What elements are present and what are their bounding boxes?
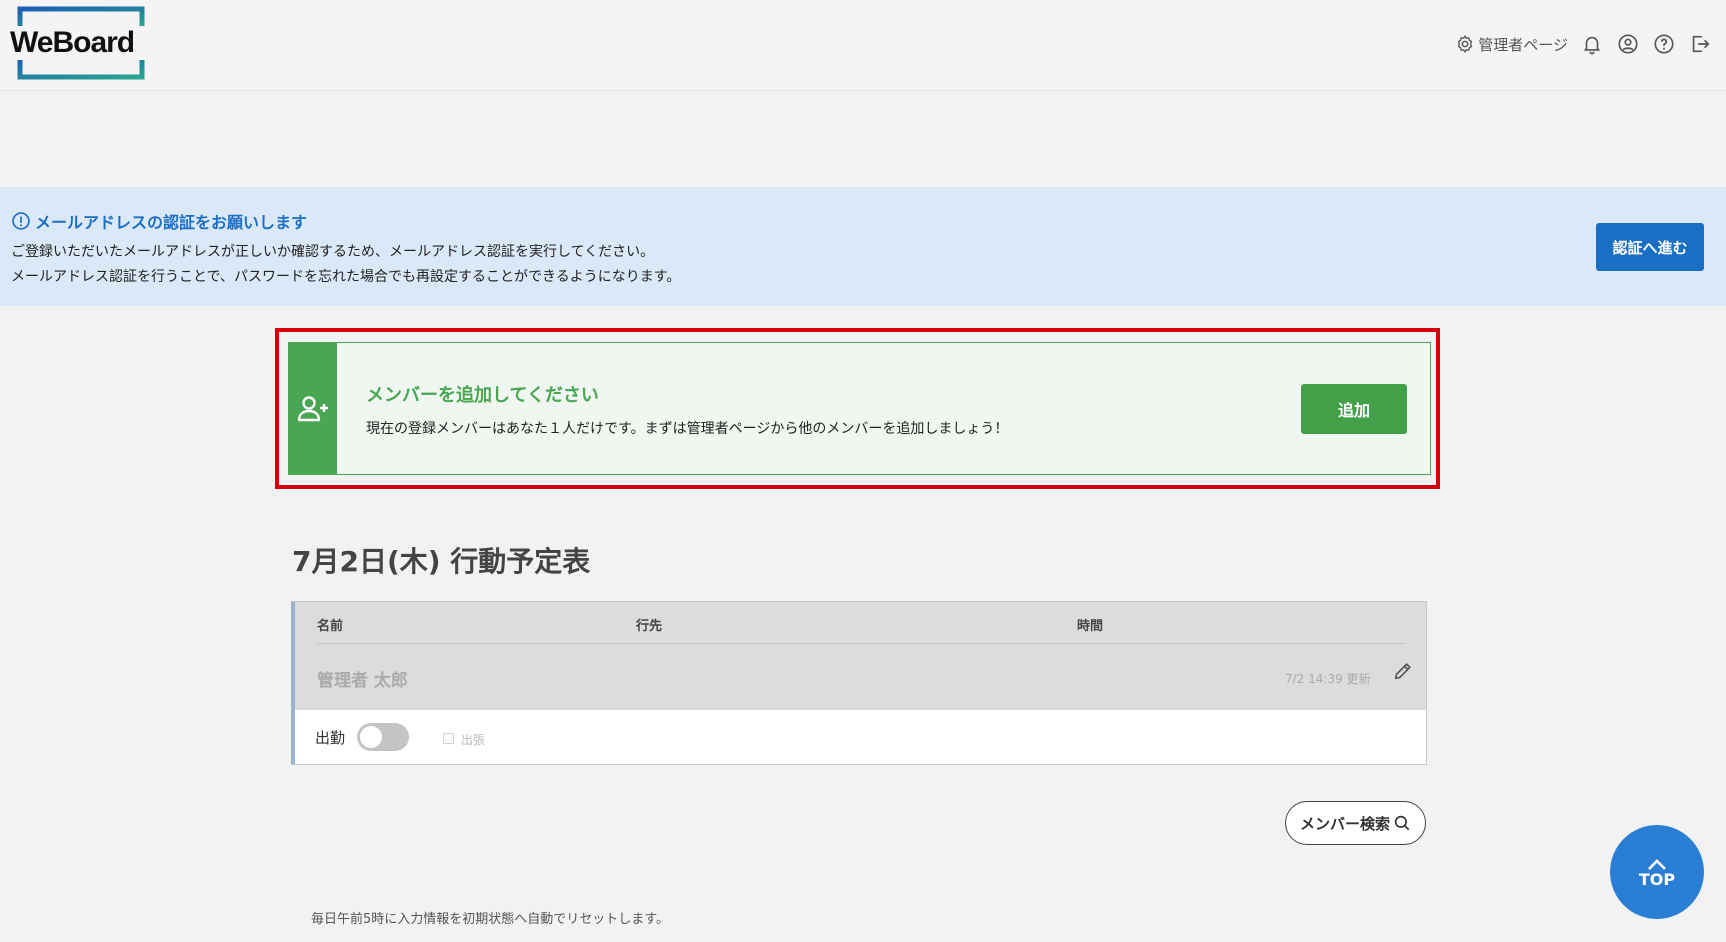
top-label: TOP: [1638, 869, 1676, 889]
member-name: 管理者 太郎: [317, 671, 408, 691]
weboard-logo[interactable]: WeBoard: [10, 6, 152, 82]
toggle-knob: [360, 726, 382, 748]
updated-timestamp: 7/2 14:39 更新: [1285, 672, 1371, 686]
logo-text: WeBoard: [10, 26, 135, 59]
gear-icon: [1458, 35, 1473, 53]
column-header-name: 名前: [317, 619, 344, 634]
business-trip-label: 出張: [461, 733, 486, 747]
header-divider: [317, 643, 1406, 644]
attendance-toggle[interactable]: [357, 723, 409, 751]
email-verification-alert: メールアドレスの認証をお願いします ご登録いただいたメールアドレスが正しいか確認…: [0, 187, 1726, 306]
reset-note: 毎日午前5時に入力情報を初期状態へ自動でリセットします。: [311, 912, 669, 927]
column-header-time: 時間: [1077, 619, 1104, 634]
back-to-top-button[interactable]: TOP: [1610, 825, 1704, 919]
add-member-card: メンバーを追加してください 現在の登録メンバーはあなた１人だけです。まずは管理者…: [288, 342, 1431, 475]
logout-icon[interactable]: [1688, 32, 1712, 56]
admin-page-label: 管理者ページ: [1478, 35, 1568, 54]
search-icon: [1394, 815, 1410, 831]
table-header: 名前 行先 時間 管理者 太郎 7/2 14:39 更新: [295, 602, 1426, 710]
member-card-side: [289, 343, 337, 474]
business-trip-checkbox[interactable]: [443, 733, 454, 744]
alert-title-text: メールアドレスの認証をお願いします: [35, 213, 308, 232]
attendance-label: 出勤: [315, 729, 346, 747]
user-circle-icon[interactable]: [1616, 32, 1640, 56]
alert-line-1: ご登録いただいたメールアドレスが正しいか確認するため、メールアドレス認証を実行し…: [11, 244, 655, 260]
admin-page-link[interactable]: 管理者ページ: [1455, 34, 1568, 55]
schedule-title: 7月2日(木) 行動予定表: [292, 545, 591, 578]
bell-icon[interactable]: [1580, 32, 1604, 56]
pencil-icon[interactable]: [1392, 660, 1414, 682]
member-search-label: メンバー検索: [1299, 814, 1390, 833]
alert-title: メールアドレスの認証をお願いします: [11, 209, 307, 233]
alert-line-2: メールアドレス認証を行うことで、パスワードを忘れた場合でも再設定することができる…: [11, 269, 681, 285]
verify-email-button[interactable]: 認証へ進む: [1596, 223, 1704, 271]
header-actions: 管理者ページ: [1455, 30, 1712, 58]
member-card-description: 現在の登録メンバーはあなた１人だけです。まずは管理者ページから他のメンバーを追加…: [366, 421, 1009, 437]
schedule-table: 名前 行先 時間 管理者 太郎 7/2 14:39 更新 出勤 出張: [291, 601, 1427, 765]
member-search-button[interactable]: メンバー検索: [1285, 801, 1426, 845]
member-card-title: メンバーを追加してください: [366, 385, 599, 406]
app-header: WeBoard 管理者ページ: [0, 0, 1726, 91]
add-member-button[interactable]: 追加: [1301, 384, 1407, 434]
help-icon[interactable]: [1652, 32, 1676, 56]
attendance-row: 出勤 出張: [295, 710, 1426, 764]
add-user-icon: [297, 395, 328, 421]
exclamation-circle-icon: [12, 212, 30, 230]
column-header-destination: 行先: [636, 619, 663, 634]
